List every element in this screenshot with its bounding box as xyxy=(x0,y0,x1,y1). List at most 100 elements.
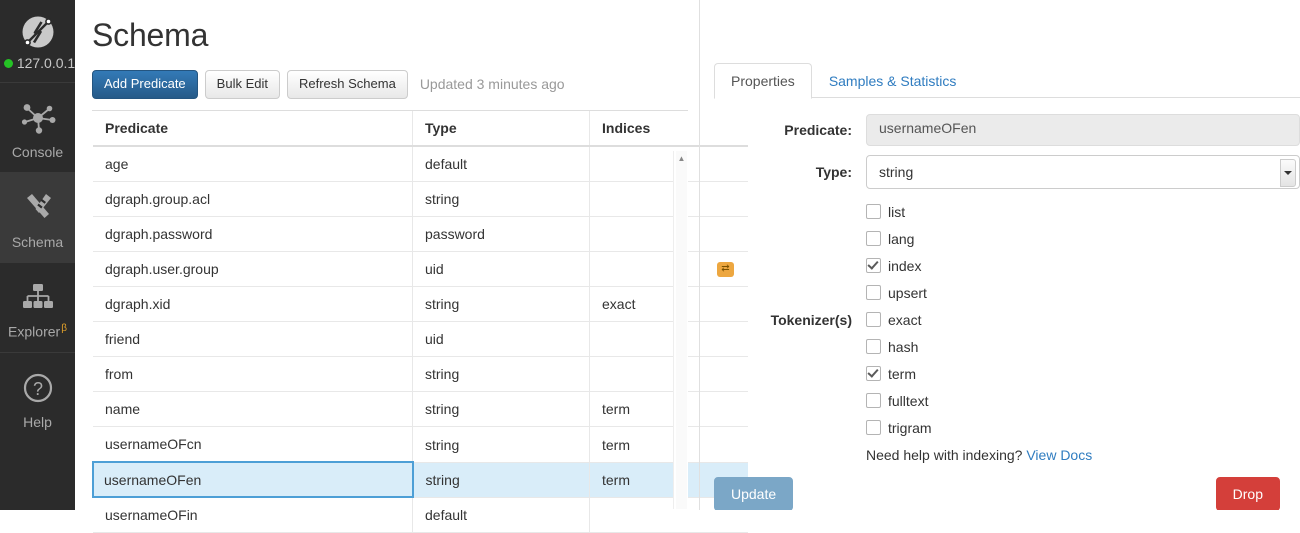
view-docs-link[interactable]: View Docs xyxy=(1026,447,1092,463)
table-row[interactable]: dgraph.user.groupuid⇄ xyxy=(93,252,748,287)
flag-index-checkbox[interactable] xyxy=(866,258,881,273)
table-row[interactable]: dgraph.group.aclstring xyxy=(93,182,748,217)
table-row[interactable]: fromstring xyxy=(93,357,748,392)
table-row[interactable]: usernameOFenstringterm xyxy=(93,462,748,497)
question-circle-icon: ? xyxy=(18,367,58,409)
bulk-edit-button[interactable]: Bulk Edit xyxy=(205,70,280,99)
scroll-up-arrow-icon[interactable]: ▲ xyxy=(676,153,687,164)
details-tabs: PropertiesSamples & Statistics xyxy=(714,58,1300,98)
type-select-value: string xyxy=(879,164,913,180)
cell-predicate[interactable]: dgraph.xid xyxy=(93,287,413,322)
tab-properties[interactable]: Properties xyxy=(714,63,812,99)
sidebar-explorer-text: Explorer xyxy=(8,324,60,340)
sidebar-item-console[interactable]: Console xyxy=(0,82,75,172)
cell-predicate[interactable]: name xyxy=(93,392,413,427)
sidebar-item-explorer[interactable]: Explorerβ xyxy=(0,262,75,352)
svg-text:?: ? xyxy=(32,379,42,399)
sidebar-item-label-help: Help xyxy=(23,415,52,429)
tokenizer-checkbox-group: Tokenizer(s)exacthashtermfulltexttrigram xyxy=(714,306,1300,441)
cell-predicate[interactable]: usernameOFen xyxy=(93,462,413,497)
table-scrollbar[interactable]: ▲ xyxy=(673,151,688,509)
schema-pencil-ruler-icon xyxy=(18,187,58,229)
beta-badge: β xyxy=(61,323,67,334)
schema-table: Predicate Type Indices agedefaultdgraph.… xyxy=(92,111,748,533)
flag-upsert-label: upsert xyxy=(888,285,927,301)
tokenizer-hash-label: hash xyxy=(888,339,918,355)
schema-table-head: Predicate Type Indices xyxy=(93,111,748,146)
cell-type: default xyxy=(413,146,590,182)
flag-checkbox-group: list lang index upsert xyxy=(714,198,1300,306)
tokenizer-trigram-checkbox[interactable] xyxy=(866,420,881,435)
predicate-field-label: Predicate: xyxy=(714,122,866,138)
app-root: 127.0.0.1 Console xyxy=(0,0,1300,510)
tokenizer-fulltext-checkbox[interactable] xyxy=(866,393,881,408)
sidebar-item-label-explorer: Explorerβ xyxy=(8,324,67,339)
flag-list-label: list xyxy=(888,204,905,220)
schema-list-pane: Schema Add Predicate Bulk Edit Refresh S… xyxy=(75,0,700,510)
update-button[interactable]: Update xyxy=(714,477,793,510)
tokenizer-fulltext-row: fulltext xyxy=(714,387,1300,414)
tokenizer-exact-row: Tokenizer(s)exact xyxy=(714,306,1300,333)
cell-predicate[interactable]: dgraph.group.acl xyxy=(93,182,413,217)
sidebar-item-help[interactable]: ? Help xyxy=(0,352,75,442)
cell-predicate[interactable]: dgraph.user.group xyxy=(93,252,413,287)
cell-predicate[interactable]: dgraph.password xyxy=(93,217,413,252)
table-row[interactable]: usernameOFcnstringterm xyxy=(93,427,748,463)
table-row[interactable]: usernameOFindefault xyxy=(93,497,748,533)
cell-predicate[interactable]: age xyxy=(93,146,413,182)
flag-index-label: index xyxy=(888,258,921,274)
table-row[interactable]: dgraph.passwordpassword xyxy=(93,217,748,252)
flag-list-checkbox[interactable] xyxy=(866,204,881,219)
tokenizer-exact-checkbox[interactable] xyxy=(866,312,881,327)
column-header-predicate[interactable]: Predicate xyxy=(93,111,413,146)
tokenizer-term-label: term xyxy=(888,366,916,382)
predicate-input[interactable]: usernameOFen xyxy=(866,114,1300,146)
details-footer: Update Drop xyxy=(714,477,1300,510)
tokenizer-term-checkbox[interactable] xyxy=(866,366,881,381)
schema-toolbar: Add Predicate Bulk Edit Refresh Schema U… xyxy=(92,70,700,98)
cell-type: uid xyxy=(413,252,590,287)
refresh-schema-button[interactable]: Refresh Schema xyxy=(287,70,408,99)
drop-button[interactable]: Drop xyxy=(1216,477,1280,510)
tokenizer-hash-checkbox[interactable] xyxy=(866,339,881,354)
cell-type: string xyxy=(413,357,590,392)
cell-predicate[interactable]: from xyxy=(93,357,413,392)
type-select[interactable]: string xyxy=(866,155,1300,189)
flag-lang-row: lang xyxy=(714,225,1300,252)
scrollbar-track[interactable] xyxy=(676,151,687,509)
tokenizer-group-label: Tokenizer(s) xyxy=(714,312,866,328)
indexing-help-text: Need help with indexing? xyxy=(866,447,1022,463)
tokenizer-fulltext-label: fulltext xyxy=(888,393,928,409)
flag-upsert-row: upsert xyxy=(714,279,1300,306)
cell-predicate[interactable]: friend xyxy=(93,322,413,357)
table-row[interactable]: agedefault xyxy=(93,146,748,182)
flag-lang-checkbox[interactable] xyxy=(866,231,881,246)
flag-lang-label: lang xyxy=(888,231,914,247)
sidebar-item-schema[interactable]: Schema xyxy=(0,172,75,262)
chevron-down-icon[interactable] xyxy=(1280,159,1296,187)
cell-type: string xyxy=(413,427,590,463)
cell-type: string xyxy=(413,182,590,217)
flag-upsert-checkbox[interactable] xyxy=(866,285,881,300)
updated-timestamp: Updated 3 minutes ago xyxy=(420,76,565,92)
table-row[interactable]: frienduid xyxy=(93,322,748,357)
cell-type: password xyxy=(413,217,590,252)
column-header-type[interactable]: Type xyxy=(413,111,590,146)
sidebar-item-label-console: Console xyxy=(12,145,63,159)
table-row[interactable]: dgraph.xidstringexact xyxy=(93,287,748,322)
connection-address: 127.0.0.1 xyxy=(17,55,75,71)
cell-predicate[interactable]: usernameOFin xyxy=(93,497,413,533)
schema-table-body: agedefaultdgraph.group.aclstringdgraph.p… xyxy=(93,146,748,533)
tokenizer-term-row: term xyxy=(714,360,1300,387)
table-row[interactable]: namestringterm xyxy=(93,392,748,427)
dgraph-logo-icon xyxy=(17,11,59,53)
cell-predicate[interactable]: usernameOFcn xyxy=(93,427,413,463)
sidebar-brand: 127.0.0.1 xyxy=(0,0,75,82)
cell-type: uid xyxy=(413,322,590,357)
schema-table-wrap: Predicate Type Indices agedefaultdgraph.… xyxy=(92,110,688,508)
type-field-row: Type: string xyxy=(714,155,1300,189)
tab-samples-statistics[interactable]: Samples & Statistics xyxy=(812,63,974,98)
add-predicate-button[interactable]: Add Predicate xyxy=(92,70,198,99)
graph-nodes-icon xyxy=(18,97,58,139)
flag-index-row: index xyxy=(714,252,1300,279)
